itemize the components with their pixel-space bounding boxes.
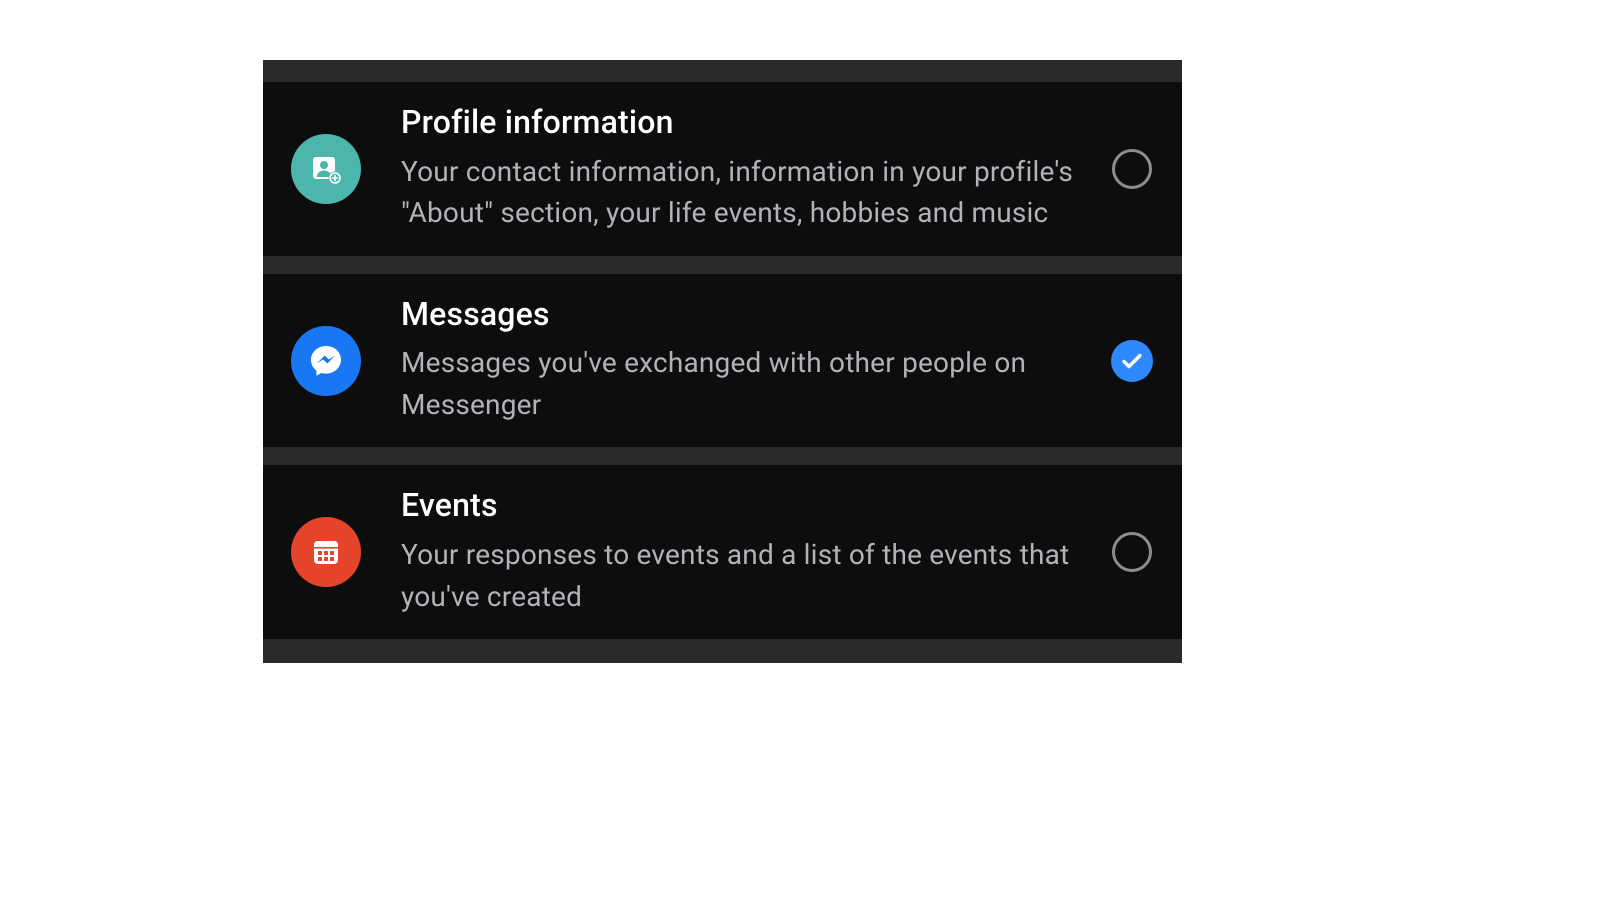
category-text-profile-information: Profile information Your contact informa… <box>401 104 1110 234</box>
radio-unchecked-icon <box>1112 532 1152 572</box>
category-toggle-messages[interactable] <box>1110 339 1154 383</box>
messenger-icon <box>291 326 361 396</box>
panel-bottom-divider <box>263 639 1182 663</box>
category-title: Events <box>401 487 1086 524</box>
calendar-icon <box>291 517 361 587</box>
category-toggle-profile-information[interactable] <box>1110 147 1154 191</box>
row-divider <box>263 447 1182 465</box>
row-divider <box>263 256 1182 274</box>
category-toggle-events[interactable] <box>1110 530 1154 574</box>
radio-unchecked-icon <box>1112 149 1152 189</box>
category-row-events[interactable]: Events Your responses to events and a li… <box>263 465 1182 639</box>
category-row-messages[interactable]: Messages Messages you've exchanged with … <box>263 274 1182 448</box>
category-row-profile-information[interactable]: Profile information Your contact informa… <box>263 82 1182 256</box>
category-text-messages: Messages Messages you've exchanged with … <box>401 296 1110 426</box>
page-canvas: Profile information Your contact informa… <box>0 0 1600 900</box>
panel-top-divider <box>263 60 1182 82</box>
profile-card-icon <box>291 134 361 204</box>
category-description: Your responses to events and a list of t… <box>401 534 1086 617</box>
data-categories-panel: Profile information Your contact informa… <box>263 60 1182 663</box>
category-description: Your contact information, information in… <box>401 151 1086 234</box>
category-title: Profile information <box>401 104 1086 141</box>
category-description: Messages you've exchanged with other peo… <box>401 342 1086 425</box>
category-text-events: Events Your responses to events and a li… <box>401 487 1110 617</box>
category-title: Messages <box>401 296 1086 333</box>
radio-checked-icon <box>1111 340 1153 382</box>
